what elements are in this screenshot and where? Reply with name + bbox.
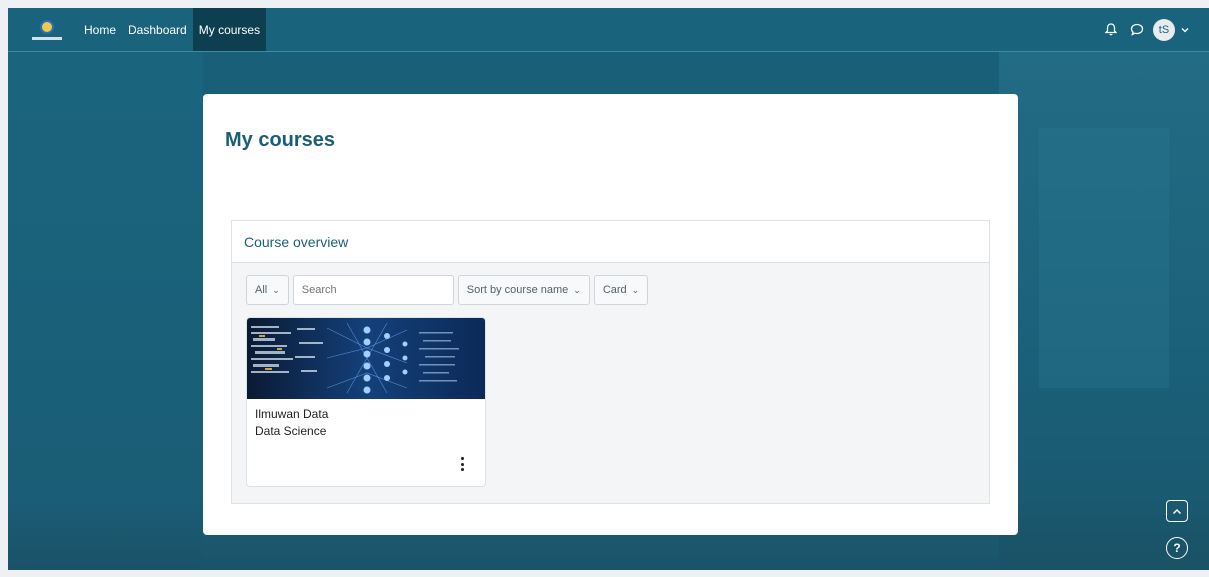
sort-dropdown[interactable]: Sort by course name ⌄ xyxy=(457,275,590,305)
course-image[interactable] xyxy=(247,318,485,399)
background-decoration-left xyxy=(8,51,203,570)
logo-text-bar xyxy=(32,36,62,40)
user-avatar[interactable]: tS xyxy=(1153,18,1175,41)
course-overview-header: Course overview xyxy=(232,221,989,263)
top-navbar: Home Dashboard My courses tS xyxy=(8,8,1209,52)
course-overview-block: Course overview All ⌄ Sort by course nam… xyxy=(231,220,990,504)
help-button[interactable]: ? xyxy=(1166,537,1188,559)
nav-link-my-courses[interactable]: My courses xyxy=(192,8,267,51)
nav-link-home[interactable]: Home xyxy=(78,8,122,51)
sort-label: Sort by course name xyxy=(466,284,569,296)
chevron-down-icon[interactable] xyxy=(1181,26,1189,34)
more-actions-icon[interactable] xyxy=(457,457,467,471)
question-icon: ? xyxy=(1173,541,1181,555)
view-mode-dropdown[interactable]: Card ⌄ xyxy=(593,275,649,305)
grouping-filter-label: All xyxy=(255,284,268,296)
back-to-top-button[interactable] xyxy=(1166,500,1188,522)
course-card[interactable]: Ilmuwan Data Data Science xyxy=(246,317,486,487)
chevron-down-icon: ⌄ xyxy=(631,284,640,295)
chevron-down-icon: ⌄ xyxy=(272,284,280,295)
page-title: My courses xyxy=(225,129,336,151)
background-decoration-panel xyxy=(1039,128,1169,388)
logo-emblem-icon xyxy=(40,19,54,34)
nav-link-dashboard[interactable]: Dashboard xyxy=(122,8,193,51)
view-mode-label: Card xyxy=(602,284,627,296)
bell-icon[interactable] xyxy=(1103,22,1119,38)
app-frame: Home Dashboard My courses tS My courses … xyxy=(8,8,1209,570)
chevron-up-icon xyxy=(1172,508,1182,514)
grouping-filter-dropdown[interactable]: All ⌄ xyxy=(246,275,289,305)
nav-user-area: tS xyxy=(1093,18,1189,41)
chat-icon[interactable] xyxy=(1129,22,1145,38)
course-category: Ilmuwan Data xyxy=(255,407,329,421)
chevron-down-icon: ⌄ xyxy=(573,284,581,295)
background-decoration-right xyxy=(999,51,1209,570)
course-name-link[interactable]: Data Science xyxy=(255,424,326,438)
site-logo[interactable] xyxy=(30,13,64,47)
course-search-input[interactable] xyxy=(292,275,454,305)
main-content-card: My courses Course overview All ⌄ Sort by… xyxy=(203,94,1018,535)
course-overview-controls: All ⌄ Sort by course name ⌄ Card ⌄ xyxy=(246,275,652,305)
